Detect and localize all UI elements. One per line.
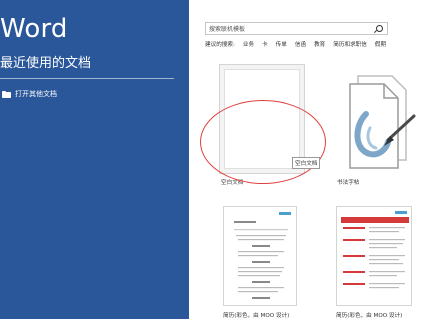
- annotation-circle: [200, 100, 326, 184]
- tooltip: 空白文档: [292, 157, 321, 169]
- calligraphy-brush-icon: [349, 75, 416, 169]
- recent-documents-heading: 最近使用的文档: [0, 56, 92, 71]
- open-other-documents-link[interactable]: 打开其他文档: [2, 89, 57, 99]
- app-title: Word: [0, 14, 68, 44]
- left-pane: Word 最近使用的文档 打开其他文档: [0, 0, 189, 319]
- resume-template-label-2: 简历(彩色，由 MOO 设计): [336, 313, 403, 319]
- resume-template-label-1: 简历(彩色，由 MOO 设计): [223, 313, 290, 319]
- suggested-link-education[interactable]: 教育: [314, 40, 325, 48]
- suggested-link-flyer[interactable]: 传单: [276, 40, 287, 48]
- search-icon[interactable]: [376, 25, 383, 32]
- resume-template-tile-2[interactable]: [336, 206, 412, 306]
- suggested-label: 建议的搜索:: [205, 42, 235, 48]
- suggested-link-letter[interactable]: 信函: [295, 40, 306, 48]
- suggested-link-resume[interactable]: 简历和求职信: [333, 40, 367, 48]
- resume-preview-2: [341, 211, 409, 289]
- open-other-label: 打开其他文档: [15, 90, 57, 98]
- word-start-screen: Word 最近使用的文档 打开其他文档 建议的搜索: 业务 卡 传单 信函 教育…: [0, 0, 437, 319]
- resume-preview-1: [234, 212, 291, 299]
- suggested-link-business[interactable]: 业务: [243, 40, 254, 48]
- search-input[interactable]: [209, 24, 369, 34]
- folder-icon: [2, 90, 11, 98]
- calligraphy-template-label: 书法字帖: [337, 180, 360, 186]
- calligraphy-template-tile[interactable]: [336, 64, 422, 174]
- search-box[interactable]: [205, 22, 388, 35]
- suggested-link-holiday[interactable]: 假期: [375, 40, 386, 48]
- resume-template-tile-1[interactable]: [223, 206, 297, 306]
- suggested-link-card[interactable]: 卡: [262, 40, 268, 48]
- divider: [0, 78, 174, 79]
- suggested-searches: 建议的搜索: 业务 卡 传单 信函 教育 简历和求职信 假期: [205, 40, 386, 48]
